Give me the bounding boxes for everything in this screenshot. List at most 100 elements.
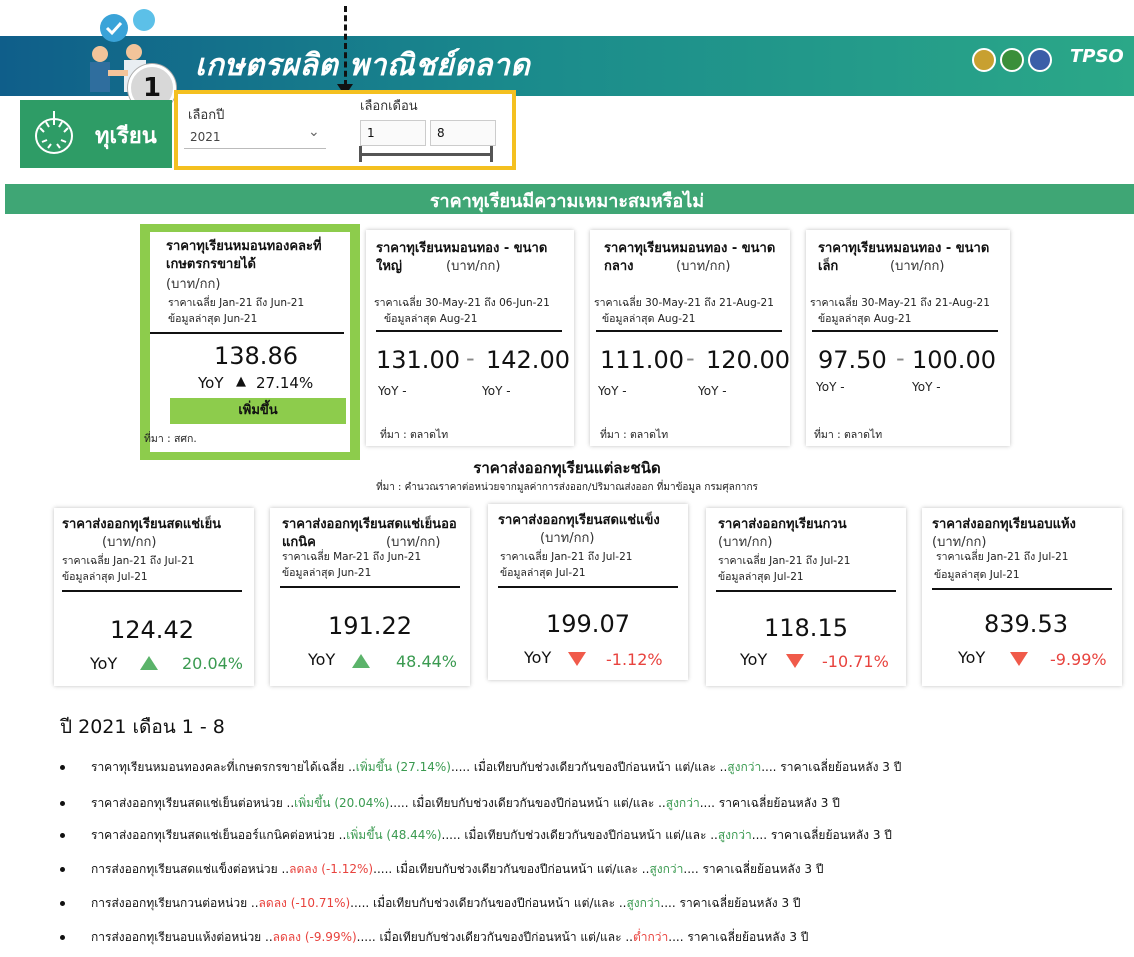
summary-vs-3yr: สูงกว่า (717, 828, 752, 842)
triangle-up-icon: ▲ (236, 374, 246, 389)
summary-prefix: ราคาส่งออกทุเรียนสดแช่เย็นต่อหน่วย .. (91, 796, 295, 810)
divider (498, 586, 678, 588)
yoy-low: YoY - (598, 384, 627, 398)
range-dash: - (466, 344, 475, 372)
card-latest: ข้อมูลล่าสุด Aug-21 (602, 313, 696, 325)
slider-handle-start[interactable] (359, 146, 362, 162)
month-from-input[interactable]: 1 (360, 120, 426, 146)
summary-item: ราคาส่งออกทุเรียนสดแช่เย็นต่อหน่วย ..เพิ… (60, 794, 840, 813)
triangle-up-icon (352, 654, 370, 668)
price-low: 97.50 (818, 346, 887, 374)
seal-icon (1000, 48, 1024, 72)
card-period: ราคาเฉลี่ย Jan-21 ถึง Jul-21 (718, 555, 851, 567)
export-value: 118.15 (764, 614, 848, 642)
price-high: 120.00 (706, 346, 790, 374)
summary-change: ลดลง (-10.71%) (258, 896, 351, 910)
summary-suffix: .... ราคาเฉลี่ยย้อนหลัง 3 ปี (761, 760, 902, 774)
triangle-down-icon (568, 652, 586, 666)
card-unit: (บาท/กก) (102, 535, 157, 550)
yoy-low: YoY - (816, 380, 845, 394)
durian-icon (35, 111, 73, 154)
yoy-label: YoY (90, 654, 118, 673)
card-latest: ข้อมูลล่าสุด Aug-21 (384, 313, 478, 325)
export-value: 124.42 (110, 616, 194, 644)
yoy-high: YoY - (698, 384, 727, 398)
chevron-down-icon[interactable]: ⌄ (308, 124, 320, 140)
summary-vs-3yr: สูงกว่า (626, 896, 661, 910)
yoy-label: YoY (308, 650, 336, 669)
yoy-label: YoY (524, 648, 552, 667)
yoy-label: YoY (740, 650, 768, 669)
divider (932, 588, 1112, 590)
divider (280, 586, 460, 588)
bullet-icon (60, 867, 65, 872)
export-value: 199.07 (546, 610, 630, 638)
summary-change: ลดลง (-1.12%) (289, 862, 374, 876)
card-source: ที่มา : ตลาดไท (380, 429, 449, 441)
divider (376, 330, 562, 332)
card-title: ราคาส่งออกทุเรียนสดแช่เย็น (62, 517, 222, 532)
export-section-source: ที่มา : คำนวณราคาต่อหน่วยจากมูลค่าการส่ง… (376, 482, 758, 493)
card-period: ราคาเฉลี่ย Jan-21 ถึง Jun-21 (168, 297, 305, 309)
summary-compare-text: ..... เมื่อเทียบกับช่วงเดียวกันของปีก่อน… (450, 760, 728, 774)
bullet-icon (60, 765, 65, 770)
summary-item: ราคาส่งออกทุเรียนสดแช่เย็นออร์แกนิคต่อหน… (60, 826, 892, 845)
yoy-high: YoY - (482, 384, 511, 398)
summary-change: เพิ่มขึ้น (48.44%) (346, 828, 442, 842)
price-value: 138.86 (214, 342, 298, 370)
card-period: ราคาเฉลี่ย Mar-21 ถึง Jun-21 (282, 551, 422, 563)
summary-suffix: .... ราคาเฉลี่ยย้อนหลัง 3 ปี (683, 862, 824, 876)
summary-compare-text: ..... เมื่อเทียบกับช่วงเดียวกันของปีก่อน… (441, 828, 718, 842)
yoy-value: -9.99% (1050, 650, 1107, 669)
card-title: ราคาส่งออกทุเรียนกวน (718, 517, 847, 532)
summary-prefix: ราคาทุเรียนหมอนทองคละที่เกษตรกรขายได้เฉล… (91, 760, 356, 774)
card-latest: ข้อมูลล่าสุด Jun-21 (282, 567, 372, 579)
month-filter-label: เลือกเดือน (360, 99, 418, 114)
seal-icon (972, 48, 996, 72)
summary-compare-text: ..... เมื่อเทียบกับช่วงเดียวกันของปีก่อน… (356, 930, 633, 944)
divider (812, 330, 998, 332)
top-strip (0, 0, 1134, 6)
export-value: 191.22 (328, 612, 412, 640)
year-dropdown-value[interactable]: 2021 (190, 130, 221, 144)
card-source: ที่มา : สศก. (144, 433, 197, 445)
export-value: 839.53 (984, 610, 1068, 638)
summary-vs-3yr: สูงกว่า (649, 862, 684, 876)
triangle-up-icon (140, 656, 158, 670)
yoy-value: 48.44% (396, 652, 458, 671)
card-latest: ข้อมูลล่าสุด Jul-21 (718, 571, 804, 583)
range-dash: - (896, 344, 905, 372)
summary-vs-3yr: สูงกว่า (665, 796, 700, 810)
card-latest: ข้อมูลล่าสุด Jul-21 (62, 571, 148, 583)
callout-arrow (344, 6, 347, 86)
summary-prefix: การส่งออกทุเรียนกวนต่อหน่วย .. (91, 896, 259, 910)
yoy-label: YoY (958, 648, 986, 667)
summary-suffix: .... ราคาเฉลี่ยย้อนหลัง 3 ปี (699, 796, 840, 810)
price-high: 142.00 (486, 346, 570, 374)
year-filter-label: เลือกปี (188, 108, 225, 123)
section-heading: ราคาทุเรียนมีความเหมาะสมหรือไม่ (429, 191, 705, 212)
card-latest: ข้อมูลล่าสุด Jul-21 (500, 567, 586, 579)
seal-icon (1028, 48, 1052, 72)
month-to-input[interactable]: 8 (430, 120, 496, 146)
summary-change: เพิ่มขึ้น (20.04%) (294, 796, 390, 810)
card-latest: ข้อมูลล่าสุด Jun-21 (168, 313, 258, 325)
yoy-low: YoY - (378, 384, 407, 398)
summary-item: ราคาทุเรียนหมอนทองคละที่เกษตรกรขายได้เฉล… (60, 758, 901, 777)
summary-item: การส่งออกทุเรียนกวนต่อหน่วย ..ลดลง (-10.… (60, 894, 801, 913)
divider (150, 332, 344, 334)
summary-compare-text: ..... เมื่อเทียบกับช่วงเดียวกันของปีก่อน… (373, 862, 650, 876)
export-section-title: ราคาส่งออกทุเรียนแต่ละชนิด (473, 459, 661, 477)
card-latest: ข้อมูลล่าสุด Jul-21 (934, 569, 1020, 581)
bullet-icon (60, 801, 65, 806)
yoy-value: -10.71% (822, 652, 889, 671)
slider-handle-end[interactable] (490, 146, 493, 162)
summary-suffix: .... ราคาเฉลี่ยย้อนหลัง 3 ปี (660, 896, 801, 910)
summary-suffix: .... ราคาเฉลี่ยย้อนหลัง 3 ปี (751, 828, 892, 842)
summary-item: การส่งออกทุเรียนสดแช่แข็งต่อหน่วย ..ลดลง… (60, 860, 824, 879)
month-range-slider[interactable] (360, 153, 492, 156)
divider (596, 330, 782, 332)
card-period: ราคาเฉลี่ย Jan-21 ถึง Jul-21 (936, 551, 1069, 563)
summary-prefix: ราคาส่งออกทุเรียนสดแช่เย็นออร์แกนิคต่อหน… (91, 828, 347, 842)
price-low: 131.00 (376, 346, 460, 374)
